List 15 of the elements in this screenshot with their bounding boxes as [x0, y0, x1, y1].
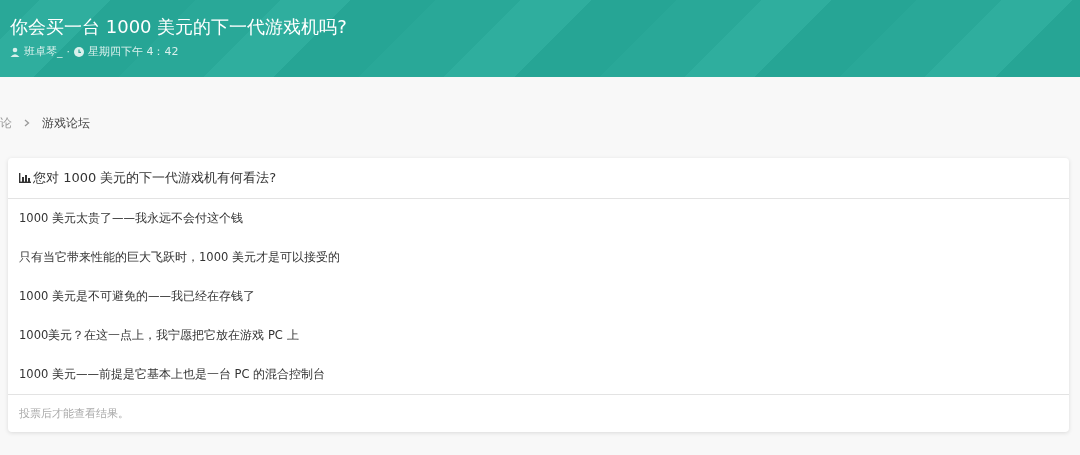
poll-option[interactable]: 1000 美元是不可避免的——我已经在存钱了 — [19, 277, 1058, 316]
chevron-icon — [24, 119, 30, 127]
post-time: 星期四下午 4：42 — [88, 44, 179, 59]
poll-option[interactable]: 1000美元？在这一点上，我宁愿把它放在游戏 PC 上 — [19, 316, 1058, 355]
clock-icon — [74, 46, 84, 57]
bar-chart-icon — [19, 173, 31, 183]
poll-option[interactable]: 只有当它带来性能的巨大飞跃时，1000 美元才是可以接受的 — [19, 238, 1058, 277]
poll-question: 您对 1000 美元的下一代游戏机有何看法? — [33, 169, 277, 187]
poll-note: 投票后才能查看结果。 — [18, 406, 130, 422]
poll-option[interactable]: 1000 美元太贵了——我永远不会付这个钱 — [19, 199, 1058, 238]
poll-option[interactable]: 1000 美元——前提是它基本上也是一台 PC 的混合控制台 — [19, 355, 1058, 394]
breadcrumb-link[interactable]: 游戏论坛 — [42, 114, 90, 132]
user-icon — [10, 46, 20, 57]
topic-title: 你会买一台 1000 美元的下一代游戏机吗? — [10, 15, 348, 39]
meta-separator: · — [66, 45, 70, 58]
